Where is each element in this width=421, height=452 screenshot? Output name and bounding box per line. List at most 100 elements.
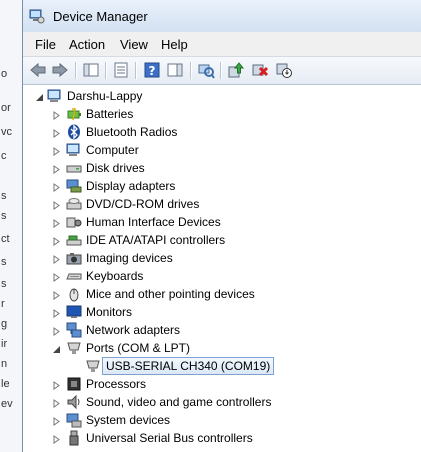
keyboard-icon: [66, 268, 82, 284]
background-text: s: [1, 278, 7, 290]
tree-item-label: Sound, video and game controllers: [86, 395, 272, 409]
computer-icon: [47, 88, 63, 104]
tree-item-usb-controllers[interactable]: Universal Serial Bus controllers: [52, 429, 352, 447]
show-hide-console-tree-icon[interactable]: [82, 61, 100, 79]
expand-arrow-icon[interactable]: [52, 145, 61, 156]
processor-icon: [66, 376, 82, 392]
expand-arrow-icon[interactable]: [52, 127, 61, 138]
scan-hardware-icon[interactable]: [197, 61, 215, 79]
menu-action[interactable]: Action: [69, 37, 105, 52]
device-tree: Darshu-Lappy Batteries Bluetooth Radios …: [23, 85, 421, 452]
tree-item-bluetooth-radios[interactable]: Bluetooth Radios: [52, 123, 352, 141]
expand-arrow-icon[interactable]: [52, 217, 61, 228]
expand-arrow-icon[interactable]: [52, 109, 61, 120]
collapse-arrow-icon[interactable]: [35, 91, 44, 101]
background-text: ct: [1, 233, 10, 245]
tree-item-label: Network adapters: [86, 323, 181, 337]
camera-icon: [66, 250, 82, 266]
tree-item-sound-video-game[interactable]: Sound, video and game controllers: [52, 393, 352, 411]
window-title: Device Manager: [53, 9, 148, 24]
background-text: vc: [1, 126, 12, 138]
tree-item-label: Mice and other pointing devices: [86, 287, 255, 301]
background-text: r: [1, 298, 5, 310]
toolbar-separator: [105, 62, 107, 79]
toolbar-separator: [220, 62, 222, 79]
tree-item-label: System devices: [86, 413, 171, 427]
tree-item-dvd-drives[interactable]: DVD/CD-ROM drives: [52, 195, 352, 213]
usb-icon: [66, 430, 82, 446]
tree-item-system-devices[interactable]: System devices: [52, 411, 352, 429]
tree-item-processors[interactable]: Processors: [52, 375, 352, 393]
tree-item-label: Batteries: [86, 107, 134, 121]
expand-arrow-icon[interactable]: [52, 397, 61, 408]
background-text: s: [1, 190, 7, 202]
tree-item-label: Processors: [86, 377, 147, 391]
tree-item-disk-drives[interactable]: Disk drives: [52, 159, 352, 177]
tree-item-ide-controllers[interactable]: IDE ATA/ATAPI controllers: [52, 231, 352, 249]
expand-arrow-icon[interactable]: [52, 325, 61, 336]
expand-arrow-icon[interactable]: [52, 379, 61, 390]
expand-arrow-icon[interactable]: [52, 163, 61, 174]
tree-item-label: Display adapters: [86, 179, 176, 193]
expand-arrow-icon[interactable]: [52, 235, 61, 246]
expand-arrow-icon[interactable]: [52, 253, 61, 264]
expand-arrow-icon[interactable]: [52, 199, 61, 210]
expand-arrow-icon[interactable]: [52, 289, 61, 300]
tree-item-network-adapters[interactable]: Network adapters: [52, 321, 352, 339]
background-text: le: [1, 378, 10, 390]
svg-text:?: ?: [149, 64, 156, 78]
expand-arrow-icon[interactable]: [52, 181, 61, 192]
network-adapter-icon: [66, 322, 82, 338]
expand-arrow-icon[interactable]: [52, 271, 61, 282]
back-icon[interactable]: [29, 61, 47, 79]
background-text: ev: [1, 398, 13, 410]
title-bar[interactable]: Device Manager: [23, 0, 421, 32]
battery-icon: [66, 106, 82, 122]
menu-view[interactable]: View: [120, 37, 148, 52]
port-icon: [85, 358, 101, 374]
background-text: ir: [1, 338, 8, 350]
tree-item-keyboards[interactable]: Keyboards: [52, 267, 352, 285]
forward-icon[interactable]: [51, 61, 69, 79]
tree-item-computer[interactable]: Computer: [52, 141, 352, 159]
collapse-arrow-icon[interactable]: [52, 343, 61, 353]
computer-icon: [66, 142, 82, 158]
menu-bar: File Action View Help: [23, 32, 421, 57]
tree-item-usb-serial-ch340[interactable]: USB-SERIAL CH340 (COM19): [71, 357, 301, 375]
background-text: g: [1, 318, 8, 330]
tree-item-label: Universal Serial Bus controllers: [86, 431, 253, 445]
dvd-drive-icon: [66, 196, 82, 212]
menu-help[interactable]: Help: [161, 37, 188, 52]
properties-icon[interactable]: [112, 61, 130, 79]
display-adapter-icon: [66, 178, 82, 194]
tree-item-batteries[interactable]: Batteries: [52, 105, 352, 123]
tree-item-monitors[interactable]: Monitors: [52, 303, 352, 321]
expand-arrow-icon[interactable]: [52, 307, 61, 318]
port-icon: [66, 340, 82, 356]
device-manager-icon: [29, 8, 45, 24]
background-window-edge: o or vc c s s s ct s r g ir n le ev: [0, 0, 23, 452]
tree-item-label: Imaging devices: [86, 251, 173, 265]
expand-arrow-icon[interactable]: [52, 415, 61, 426]
help-icon[interactable]: ?: [143, 61, 161, 79]
background-text: n: [1, 358, 8, 370]
tree-item-label: DVD/CD-ROM drives: [86, 197, 200, 211]
tree-item-ports[interactable]: Ports (COM & LPT): [52, 339, 352, 357]
tree-item-human-interface-devices[interactable]: Human Interface Devices: [52, 213, 352, 231]
tree-root-computer[interactable]: Darshu-Lappy: [35, 87, 235, 105]
tree-root-label: Darshu-Lappy: [67, 89, 143, 103]
disable-icon[interactable]: [275, 61, 293, 79]
tree-item-label: USB-SERIAL CH340 (COM19): [102, 357, 275, 375]
uninstall-icon[interactable]: [251, 61, 269, 79]
menu-file[interactable]: File: [35, 37, 56, 52]
background-text: o: [1, 68, 8, 80]
background-text: s: [1, 256, 7, 268]
hid-icon: [66, 214, 82, 230]
tree-item-mice[interactable]: Mice and other pointing devices: [52, 285, 352, 303]
action-pane-icon[interactable]: [166, 61, 184, 79]
tree-item-imaging-devices[interactable]: Imaging devices: [52, 249, 352, 267]
toolbar-separator: [190, 62, 192, 79]
expand-arrow-icon[interactable]: [52, 433, 61, 444]
update-driver-icon[interactable]: [227, 61, 245, 79]
tree-item-display-adapters[interactable]: Display adapters: [52, 177, 352, 195]
